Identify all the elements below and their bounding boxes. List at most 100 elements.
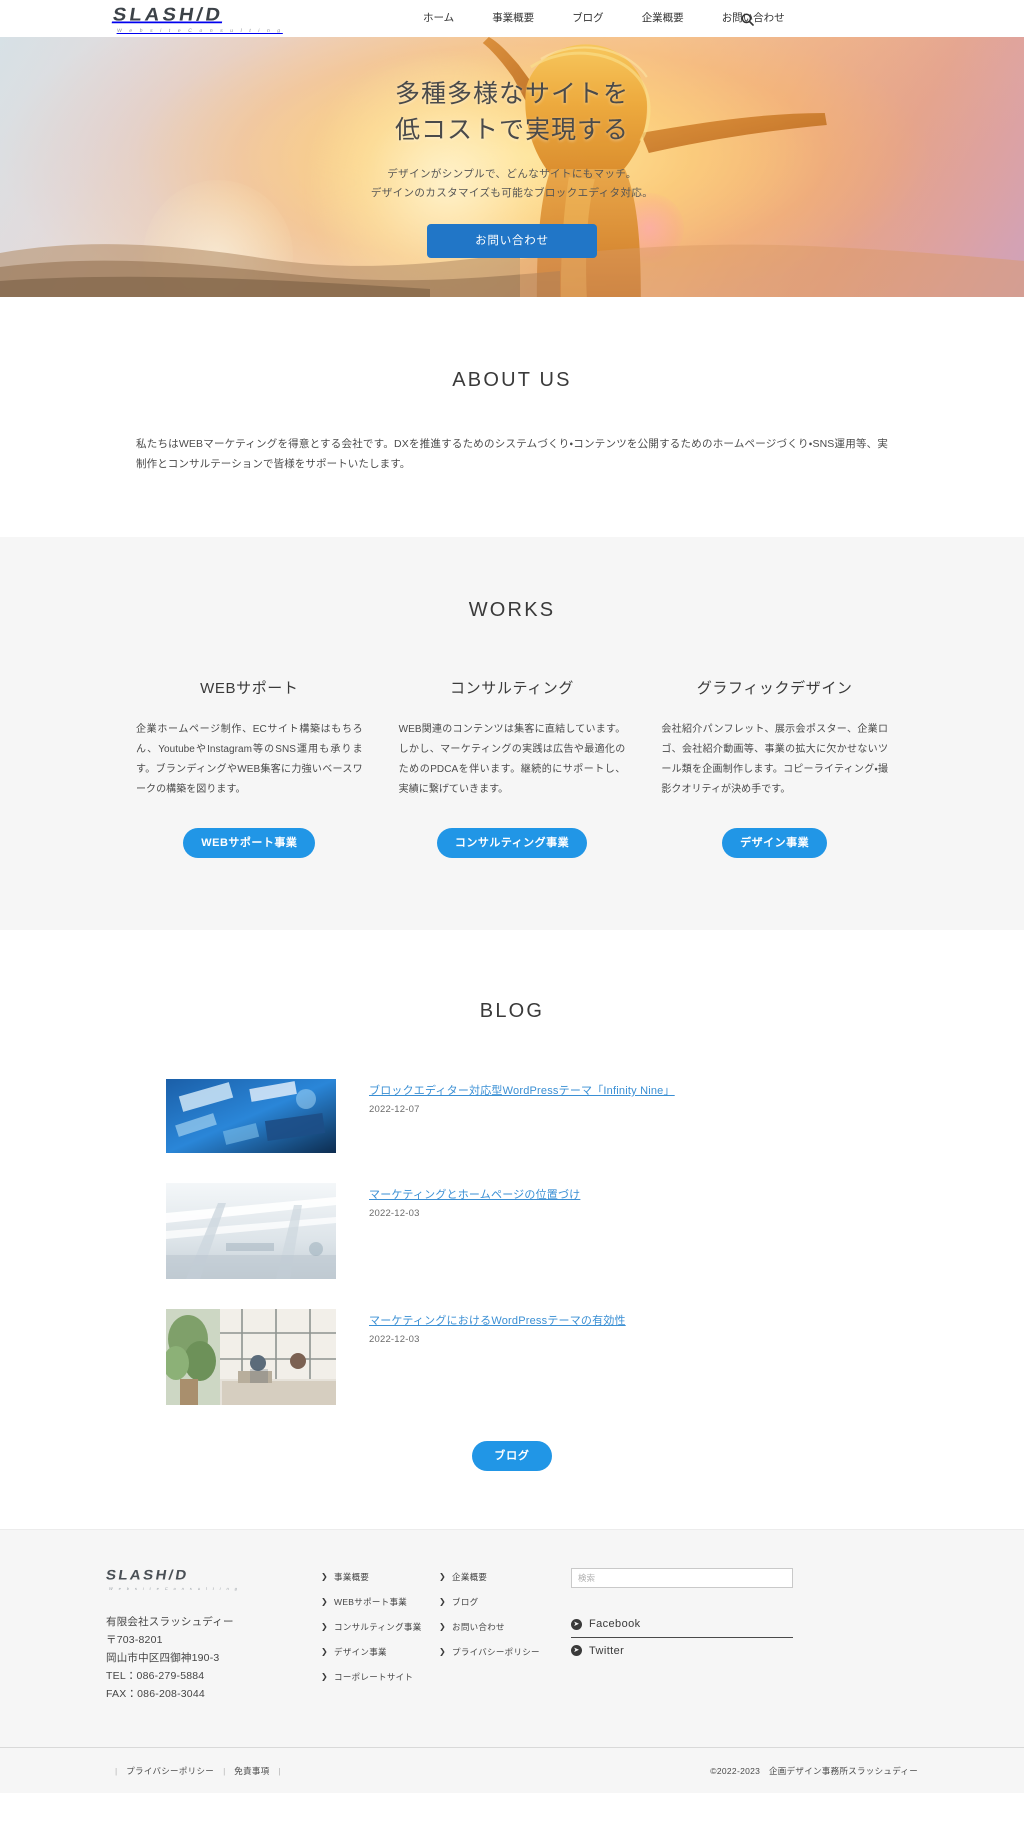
footer-postal-code: 〒703-8201 (106, 1633, 163, 1646)
work-card-title: WEBサポート (200, 679, 299, 697)
footer-link-label: ブログ (452, 1596, 479, 1607)
hero-contact-button[interactable]: お問い合わせ (427, 223, 597, 258)
work-card-button[interactable]: コンサルティング事業 (436, 827, 588, 858)
chevron-right-icon: ❯ (439, 1596, 447, 1606)
hero-section: 多種多様なサイトを 低コストで実現する デザインがシンプルで、どんなサイトにもマ… (0, 37, 1024, 297)
blog-list-item: マーケティングにおけるWordPressテーマの有効性 2022-12-03 (136, 1308, 888, 1405)
chevron-right-icon: ❯ (439, 1646, 447, 1656)
footer-link-label: コーポレートサイト (334, 1671, 414, 1682)
footer-link-label: 企業概要 (452, 1571, 488, 1582)
blog-post-date: 2022-12-07 (369, 1103, 420, 1115)
divider: | (223, 1765, 226, 1776)
page-root: SLASH/D W e b s i t e C o n s u l t i n … (0, 0, 1024, 1794)
site-logo[interactable]: SLASH/D W e b s i t e C o n s u l t i n … (111, 4, 284, 34)
footer-company-column: SLASH/D W e b s i t e C o n s u l t i n … (105, 1568, 321, 1703)
work-card-body: WEB関連のコンテンツは集客に直結しています。しかし、マーケティングの実践は広告… (398, 723, 626, 795)
about-section-title: ABOUT US (452, 369, 572, 391)
footer-link-design[interactable]: ❯ デザイン事業 (321, 1646, 439, 1658)
nav-item-business[interactable]: 事業概要 (473, 0, 553, 37)
chevron-right-icon: ❯ (321, 1596, 329, 1606)
blog-more-button[interactable]: ブログ (472, 1440, 552, 1471)
footer-link-blog[interactable]: ❯ ブログ (439, 1596, 549, 1608)
blog-thumbnail-blue-tech[interactable] (166, 1078, 336, 1153)
footer-bottom-link-disclaimer[interactable]: 免責事項 (234, 1765, 269, 1777)
work-card-button[interactable]: デザイン事業 (722, 827, 828, 858)
footer-logo-tagline: W e b s i t e C o n s u l t i n g (108, 1585, 240, 1591)
work-card-button[interactable]: WEBサポート事業 (183, 827, 316, 858)
arrow-circle-icon: ➤ (571, 1618, 582, 1630)
chevron-right-icon: ❯ (321, 1571, 329, 1581)
blog-list-item: ブロックエディター対応型WordPressテーマ「Infinity Nine」 … (136, 1078, 888, 1153)
footer-telephone: TEL：086-279-5884 (106, 1670, 205, 1683)
blog-section: BLOG ブロックエディター対応型WordPressテーマ「Infinity N… (0, 929, 1024, 1529)
footer-social-label: Facebook (589, 1618, 641, 1631)
footer-link-label: 事業概要 (334, 1571, 370, 1582)
footer-logo[interactable]: SLASH/D W e b s i t e C o n s u l t i n … (105, 1568, 321, 1591)
work-card-title: グラフィックデザイン (696, 679, 853, 697)
footer-bottom-bar: | プライバシーポリシー | 免責事項 | ©2022-2023 企画デザイン事… (0, 1747, 1024, 1793)
nav-item-company[interactable]: 企業概要 (623, 0, 703, 37)
blog-post-title-link[interactable]: マーケティングにおけるWordPressテーマの有効性 (369, 1312, 626, 1328)
footer-link-label: プライバシーポリシー (452, 1646, 540, 1657)
footer-company-name: 有限会社スラッシュディー (106, 1615, 234, 1628)
divider: | (115, 1765, 118, 1776)
footer-address-block: 有限会社スラッシュディー 〒703-8201 岡山市中区四御神190-3 TEL… (106, 1613, 321, 1703)
hero-content: 多種多様なサイトを 低コストで実現する デザインがシンプルで、どんなサイトにもマ… (0, 37, 1024, 258)
nav-item-home[interactable]: ホーム (404, 0, 473, 37)
footer-links-column-1: ❯ 事業概要 ❯ WEBサポート事業 ❯ コンサルティング事業 ❯ デザイン事業… (321, 1568, 439, 1696)
blog-section-title: BLOG (479, 999, 545, 1022)
blog-post-date: 2022-12-03 (369, 1333, 420, 1345)
footer-social-facebook[interactable]: ➤ Facebook (571, 1612, 793, 1638)
work-card-graphic-design: グラフィックデザイン 会社紹介パンフレット、展示会ポスター、企業ロゴ、会社紹介動… (661, 677, 888, 858)
nav-item-blog[interactable]: ブログ (553, 0, 623, 37)
chevron-right-icon: ❯ (321, 1621, 329, 1631)
footer-link-label: デザイン事業 (334, 1646, 387, 1657)
about-description: 私たちはWEBマーケティングを得意とする会社です。DXを推進するためのシステムづ… (136, 438, 888, 471)
work-card-title: コンサルティング (450, 679, 574, 697)
footer-copyright: ©2022-2023 企画デザイン事務所スラッシュディー (710, 1765, 918, 1776)
arrow-circle-icon: ➤ (571, 1645, 582, 1657)
blog-post-date: 2022-12-03 (369, 1207, 420, 1219)
footer-link-company-overview[interactable]: ❯ 企業概要 (439, 1571, 549, 1583)
hero-title-line-2: 低コストで実現する (394, 115, 629, 144)
hero-subtitle-line-2: デザインのカスタマイズも可能なブロックエディタ対応。 (370, 187, 654, 200)
footer-link-contact[interactable]: ❯ お問い合わせ (439, 1621, 549, 1633)
footer-links-column-2: ❯ 企業概要 ❯ ブログ ❯ お問い合わせ ❯ プライバシーポリシー (439, 1568, 549, 1671)
footer-link-label: WEBサポート事業 (334, 1596, 408, 1607)
footer-link-consulting[interactable]: ❯ コンサルティング事業 (321, 1621, 439, 1633)
work-card-body: 会社紹介パンフレット、展示会ポスター、企業ロゴ、会社紹介動画等、事業の拡大に欠か… (661, 723, 889, 795)
hero-title: 多種多様なサイトを 低コストで実現する (0, 77, 1024, 148)
works-section: WORKS WEBサポート 企業ホームページ制作、ECサイト構築はもちろん、Yo… (0, 536, 1024, 930)
blog-post-title-link[interactable]: ブロックエディター対応型WordPressテーマ「Infinity Nine」 (369, 1082, 675, 1098)
work-card-consulting: コンサルティング WEB関連のコンテンツは集客に直結しています。しかし、マーケテ… (399, 677, 626, 858)
footer-social-label: Twitter (589, 1644, 625, 1657)
blog-thumbnail-office-meeting[interactable] (166, 1308, 336, 1405)
work-card-body: 企業ホームページ制作、ECサイト構築はもちろん、YoutubeやInstagra… (136, 723, 363, 795)
hero-subtitle-line-1: デザインがシンプルで、どんなサイトにもマッチ。 (387, 168, 637, 180)
footer-search-social-column: ➤ Facebook ➤ Twitter (549, 1567, 918, 1664)
chevron-right-icon: ❯ (321, 1646, 329, 1656)
footer-link-corporate-site[interactable]: ❯ コーポレートサイト (321, 1671, 439, 1683)
blog-thumbnail-architecture[interactable] (166, 1182, 336, 1279)
works-grid: WEBサポート 企業ホームページ制作、ECサイト構築はもちろん、Youtubeや… (136, 677, 888, 858)
divider: | (278, 1765, 281, 1776)
site-logo-tagline: W e b s i t e C o n s u l t i n g (116, 27, 284, 34)
footer-link-privacy-policy[interactable]: ❯ プライバシーポリシー (439, 1646, 549, 1658)
footer-link-label: お問い合わせ (452, 1621, 505, 1632)
blog-post-title-link[interactable]: マーケティングとホームページの位置づけ (369, 1186, 580, 1202)
about-section: ABOUT US 私たちはWEBマーケティングを得意とする会社です。DXを推進す… (0, 297, 1024, 537)
footer-link-web-support[interactable]: ❯ WEBサポート事業 (321, 1596, 439, 1608)
hero-title-line-1: 多種多様なサイトを (394, 80, 629, 108)
chevron-right-icon: ❯ (439, 1621, 447, 1631)
footer-fax: FAX：086-208-3044 (106, 1688, 205, 1701)
footer-search-input[interactable] (571, 1567, 793, 1588)
footer-social-twitter[interactable]: ➤ Twitter (571, 1638, 793, 1664)
footer-link-business-overview[interactable]: ❯ 事業概要 (321, 1571, 439, 1583)
search-icon[interactable] (738, 10, 756, 28)
hero-subtitle: デザインがシンプルで、どんなサイトにもマッチ。 デザインのカスタマイズも可能なブ… (0, 165, 1024, 204)
blog-list-item: マーケティングとホームページの位置づけ 2022-12-03 (136, 1182, 888, 1279)
footer-street-address: 岡山市中区四御神190-3 (106, 1652, 220, 1665)
footer-link-label: コンサルティング事業 (334, 1621, 422, 1632)
footer-bottom-link-privacy[interactable]: プライバシーポリシー (126, 1765, 214, 1777)
chevron-right-icon: ❯ (439, 1571, 447, 1581)
